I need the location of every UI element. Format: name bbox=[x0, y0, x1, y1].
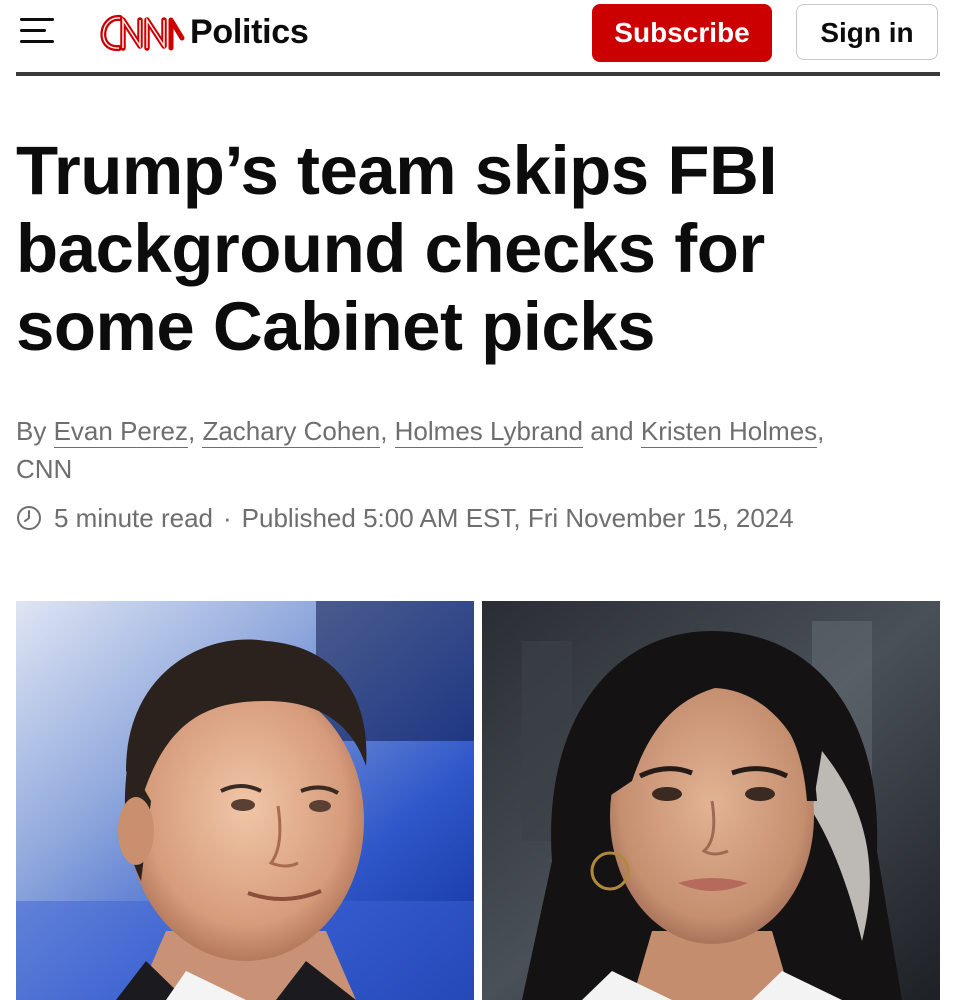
author-link[interactable]: Kristen Holmes bbox=[640, 416, 818, 448]
author-link[interactable]: Evan Perez bbox=[53, 416, 188, 448]
article-timestamp: 5 minute read · Published 5:00 AM EST, F… bbox=[16, 499, 794, 537]
article-page: Politics Subscribe Sign in Trump’s team … bbox=[0, 0, 953, 1000]
menu-line bbox=[20, 40, 54, 43]
byline: By Evan Perez, Zachary Cohen, Holmes Lyb… bbox=[16, 416, 825, 484]
author-link[interactable]: Zachary Cohen bbox=[202, 416, 381, 448]
man-portrait-photo bbox=[16, 601, 474, 1000]
hamburger-menu-icon[interactable] bbox=[20, 18, 56, 44]
read-time: 5 minute read bbox=[54, 502, 213, 533]
lead-image[interactable] bbox=[16, 601, 940, 1000]
sign-in-button[interactable]: Sign in bbox=[796, 4, 938, 60]
site-header: Politics Subscribe Sign in bbox=[16, 0, 940, 76]
section-title[interactable]: Politics bbox=[190, 12, 309, 52]
woman-portrait-photo bbox=[482, 601, 940, 1000]
author-link[interactable]: Holmes Lybrand bbox=[394, 416, 584, 448]
published-date: Published 5:00 AM EST, Fri November 15, … bbox=[241, 502, 794, 533]
subscribe-button[interactable]: Subscribe bbox=[592, 4, 772, 62]
byline-outlet: CNN bbox=[16, 454, 73, 484]
cnn-logo[interactable] bbox=[92, 8, 186, 58]
clock-icon bbox=[17, 506, 41, 530]
menu-line bbox=[20, 18, 54, 21]
separator: · bbox=[222, 502, 232, 533]
byline-and: and bbox=[590, 416, 634, 446]
article-headline: Trump’s team skips FBI background checks… bbox=[16, 132, 778, 365]
byline-prefix: By bbox=[16, 416, 47, 446]
menu-line bbox=[20, 29, 46, 32]
